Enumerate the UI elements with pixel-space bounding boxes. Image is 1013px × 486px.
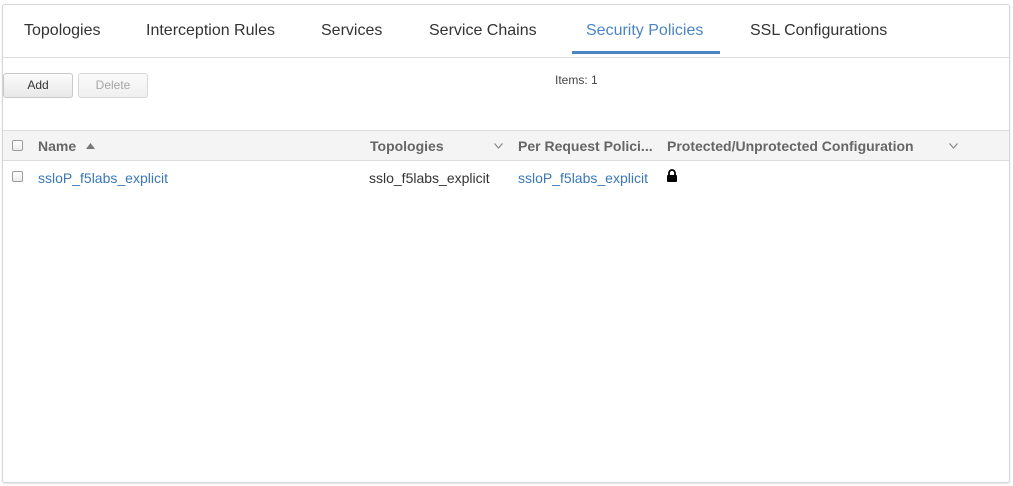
- tab-ssl-configurations[interactable]: SSL Configurations: [750, 22, 887, 40]
- tab-services[interactable]: Services: [321, 22, 382, 40]
- chevron-down-icon[interactable]: [949, 143, 958, 149]
- per-request-policy-link[interactable]: ssloP_f5labs_explicit: [518, 170, 648, 186]
- select-all-checkbox[interactable]: [12, 140, 23, 151]
- tab-bar: Topologies Interception Rules Services S…: [3, 5, 1009, 58]
- column-header-name[interactable]: Name: [38, 138, 76, 154]
- sort-ascending-icon[interactable]: [86, 143, 95, 149]
- items-count: Items: 1: [555, 73, 598, 87]
- delete-button[interactable]: Delete: [78, 73, 148, 98]
- security-policies-panel: Topologies Interception Rules Services S…: [2, 4, 1010, 483]
- active-tab-indicator: [572, 51, 720, 54]
- policy-name-link[interactable]: ssloP_f5labs_explicit: [38, 170, 168, 186]
- table-row[interactable]: ssloP_f5labs_explicit sslo_f5labs_explic…: [3, 162, 1009, 192]
- column-header-protected-configuration[interactable]: Protected/Unprotected Configuration: [667, 138, 914, 154]
- tab-interception-rules[interactable]: Interception Rules: [146, 22, 275, 40]
- add-button[interactable]: Add: [3, 73, 73, 98]
- row-select-checkbox[interactable]: [12, 171, 23, 182]
- lock-icon: [667, 169, 677, 182]
- tab-service-chains[interactable]: Service Chains: [429, 22, 537, 40]
- column-header-topologies[interactable]: Topologies: [370, 138, 444, 154]
- column-header-per-request-policy[interactable]: Per Request Polici...: [518, 138, 653, 154]
- tab-topologies[interactable]: Topologies: [24, 22, 101, 40]
- chevron-down-icon[interactable]: [494, 143, 503, 149]
- row-topologies: sslo_f5labs_explicit: [369, 170, 490, 186]
- tab-security-policies[interactable]: Security Policies: [586, 22, 703, 40]
- grid-header: Name Topologies Per Request Polici... Pr…: [3, 130, 1009, 161]
